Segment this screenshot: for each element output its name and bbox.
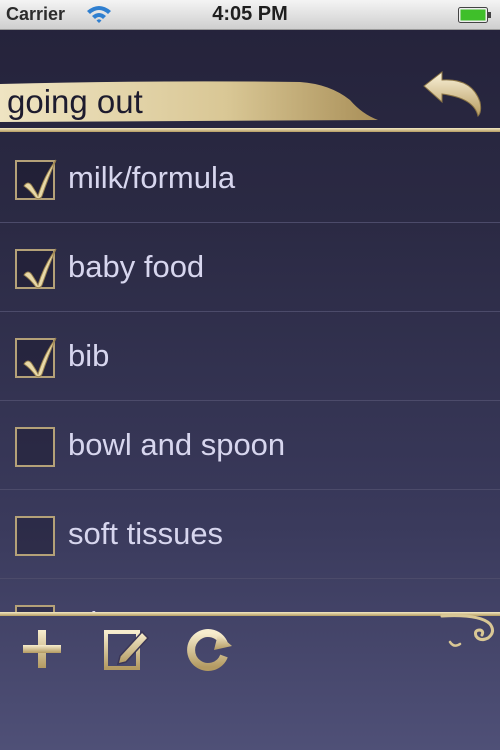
- list-item[interactable]: bowl and spoon: [0, 401, 500, 490]
- page-title: going out: [7, 83, 143, 120]
- checklist: milk/formula baby food bib bowl and spoon so…: [0, 134, 500, 612]
- checkmark-icon: [23, 337, 57, 378]
- list-item-label: bowl and spoon: [68, 427, 286, 462]
- list-item-label: soft tissues: [68, 516, 224, 551]
- checkmark-icon: [23, 159, 57, 200]
- edit-button[interactable]: [102, 624, 152, 674]
- list-item-label: baby food: [68, 249, 205, 284]
- reset-button[interactable]: [184, 624, 234, 674]
- status-bar: Carrier 4:05 PM: [0, 0, 500, 30]
- checkbox[interactable]: [15, 159, 57, 200]
- header-divider: [0, 128, 500, 132]
- edit-icon: [104, 630, 150, 670]
- list-item[interactable]: milk/formula: [0, 134, 500, 223]
- back-arrow-icon: [423, 70, 482, 117]
- checkbox[interactable]: [15, 248, 57, 289]
- list-item[interactable]: soft tissues: [0, 490, 500, 579]
- battery-icon: [458, 7, 491, 23]
- checkbox[interactable]: [15, 427, 55, 467]
- list-item-label: milk/formula: [68, 160, 236, 195]
- status-time: 4:05 PM: [212, 3, 288, 25]
- refresh-icon: [187, 629, 232, 671]
- checkbox[interactable]: [15, 337, 57, 378]
- header: going out: [0, 30, 500, 134]
- app-screen: Carrier 4:05 PM going out milk/formula b…: [0, 0, 500, 750]
- checkbox[interactable]: [15, 516, 55, 556]
- add-button[interactable]: [18, 624, 68, 674]
- swirl-ornament-icon: [440, 614, 495, 647]
- checkbox[interactable]: [15, 605, 55, 612]
- list-item[interactable]: bib: [0, 312, 500, 401]
- plus-icon: [23, 630, 61, 668]
- list-item[interactable]: baby food: [0, 223, 500, 312]
- list-item-label: wipes: [68, 603, 147, 612]
- toolbar-divider: [0, 612, 500, 616]
- back-button[interactable]: [420, 68, 486, 118]
- checkmark-icon: [23, 248, 57, 289]
- list-item[interactable]: wipes: [0, 579, 500, 612]
- list-item-label: bib: [68, 338, 110, 373]
